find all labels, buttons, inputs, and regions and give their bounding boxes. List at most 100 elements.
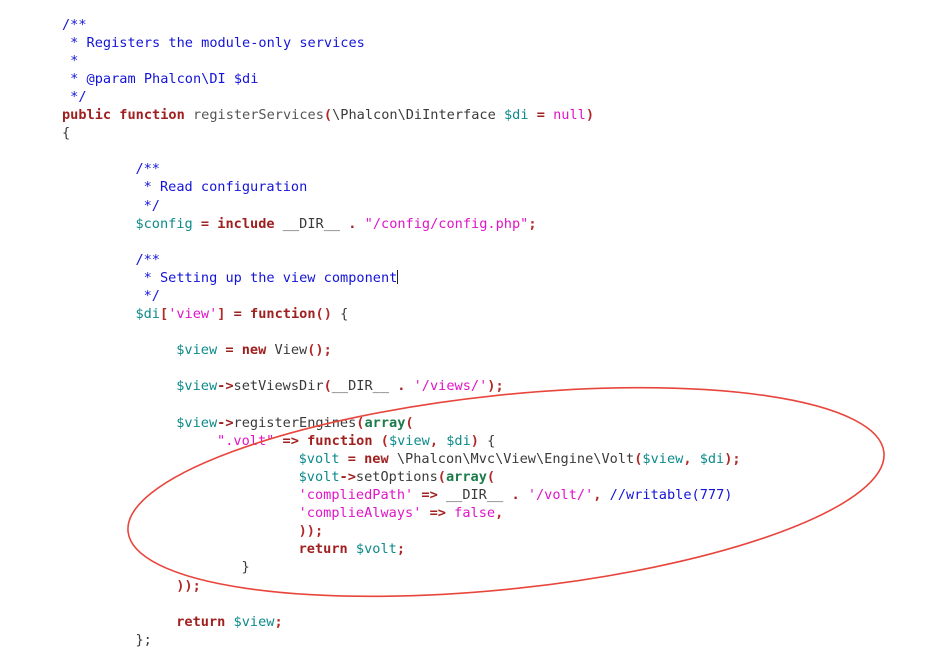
code-token-str: '/volt/' xyxy=(527,487,594,504)
code-line: /** xyxy=(62,251,741,269)
code-token-var: $volt xyxy=(355,541,397,558)
code-line: */ xyxy=(62,88,741,106)
code-line: * Setting up the view component xyxy=(62,269,741,287)
code-token-plain: } xyxy=(241,559,250,576)
code-token-kw: new xyxy=(241,342,267,359)
code-token-kw: public function xyxy=(62,107,185,124)
code-token-op: = xyxy=(225,342,234,359)
code-line: )); xyxy=(62,577,741,595)
code-token-punc: ) xyxy=(470,432,479,449)
code-token-plain: { xyxy=(62,125,71,142)
code-token-var: $view xyxy=(642,450,684,467)
code-token-kw: include xyxy=(217,215,275,232)
code-token-plain: \Phalcon\Mvc\View\Engine\Volt xyxy=(388,450,635,467)
code-line: * Registers the module-only services xyxy=(62,34,741,52)
code-token-str: ".volt" xyxy=(217,432,275,449)
code-token-cmt: * Read configuration xyxy=(135,179,308,196)
code-token-dir: __DIR__ xyxy=(331,378,398,395)
code-token-var: $di xyxy=(446,432,471,449)
code-token-dir: __DIR__ xyxy=(274,215,349,232)
code-line: * @param Phalcon\DI $di xyxy=(62,70,741,88)
code-line: return $volt; xyxy=(62,540,741,558)
code-token-punc: ( xyxy=(405,414,414,431)
code-line: $view->setViewsDir(__DIR__ . '/views/'); xyxy=(62,377,741,395)
code-token-plain: setViewsDir xyxy=(233,378,324,395)
code-token-cmt: /** xyxy=(62,16,87,33)
code-token-dir: __DIR__ xyxy=(437,487,512,504)
code-token-var: $di xyxy=(503,107,529,124)
code-token-var: $view xyxy=(176,414,218,431)
code-token-cmt: */ xyxy=(62,88,87,105)
code-token-op: -> xyxy=(217,414,234,431)
code-line: $di['view'] = function() { xyxy=(62,305,741,323)
code-token-arr: array xyxy=(364,414,406,431)
code-token-var: $view xyxy=(176,378,218,395)
code-line: $view = new View(); xyxy=(62,341,741,359)
code-line: $volt->setOptions(array( xyxy=(62,468,741,486)
code-token-cmt: * @param Phalcon\DI $di xyxy=(62,70,259,87)
php-code-block[interactable]: /** * Registers the module-only services… xyxy=(62,16,741,649)
code-token-punc: ); xyxy=(724,450,741,467)
code-line: )); xyxy=(62,522,741,540)
code-token-str: 'compliedPath' xyxy=(298,487,414,504)
code-token-var: $volt xyxy=(298,450,340,467)
code-token-str: "/config/config.php" xyxy=(364,215,529,232)
code-line: $config = include __DIR__ . "/config/con… xyxy=(62,215,741,233)
code-token-op: = xyxy=(233,306,242,323)
code-token-cmt: * Registers the module-only services xyxy=(62,34,365,51)
code-token-cmt: */ xyxy=(135,197,160,214)
code-token-arr: array xyxy=(445,468,487,485)
code-token-punc: ( xyxy=(323,378,332,395)
code-token-punc: ( xyxy=(323,107,333,124)
code-token-kw: function xyxy=(307,432,373,449)
code-token-op: => xyxy=(421,487,438,504)
code-token-plain: setOptions xyxy=(355,468,438,485)
code-token-punc: ( xyxy=(486,468,496,485)
code-token-op: = xyxy=(347,450,356,467)
code-token-punc: ; xyxy=(396,541,406,558)
code-line: $volt = new \Phalcon\Mvc\View\Engine\Vol… xyxy=(62,450,741,468)
code-token-punc: ); xyxy=(487,378,504,395)
code-token-op: . xyxy=(511,487,520,504)
code-line: * Read configuration xyxy=(62,178,741,196)
code-token-var: $config xyxy=(135,215,193,232)
code-token-punc: )); xyxy=(176,577,201,594)
code-line: }; xyxy=(62,631,741,649)
code-line: { xyxy=(62,124,741,142)
code-token-cnst: null xyxy=(553,107,586,124)
code-line: return $view; xyxy=(62,613,741,631)
code-token-punc: [ xyxy=(160,306,169,323)
code-token-cmt: * Setting up the view component xyxy=(135,269,398,286)
code-token-op: => xyxy=(429,505,446,522)
code-token-var: $di xyxy=(135,306,160,323)
code-line: /** xyxy=(62,160,741,178)
code-token-var: $view xyxy=(176,342,218,359)
code-token-plain: View xyxy=(266,342,308,359)
code-line: 'compliedPath' => __DIR__ . '/volt/', //… xyxy=(62,486,741,504)
code-token-punc: ( xyxy=(437,468,446,485)
code-token-plain: }; xyxy=(135,631,152,648)
code-token-op: = xyxy=(536,107,545,124)
code-token-punc: () xyxy=(315,306,332,323)
code-token-fn: registerServices xyxy=(192,107,324,124)
code-token-punc: , xyxy=(495,505,504,522)
code-token-punc: ) xyxy=(585,107,595,124)
code-token-kw: return xyxy=(176,613,226,630)
